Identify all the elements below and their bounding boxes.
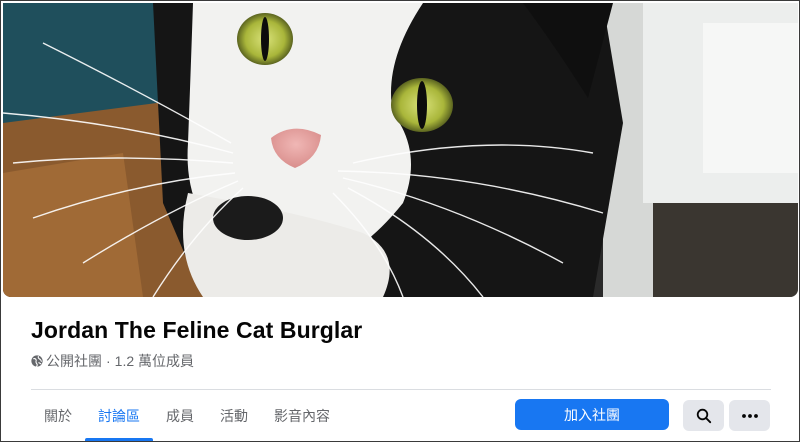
- group-meta: 公開社團 · 1.2 萬位成員: [31, 351, 194, 371]
- tab-events[interactable]: 活動: [207, 391, 261, 441]
- cover-photo[interactable]: [3, 3, 798, 297]
- privacy-label: 公開社團: [46, 353, 102, 369]
- search-icon: [696, 408, 711, 423]
- tab-discussion[interactable]: 討論區: [85, 391, 153, 441]
- tab-media[interactable]: 影音內容: [261, 391, 343, 441]
- cat-photo-image: [3, 3, 798, 297]
- tab-members[interactable]: 成員: [153, 391, 207, 441]
- group-page-header: Jordan The Feline Cat Burglar 公開社團 · 1.2…: [0, 0, 800, 442]
- more-options-button[interactable]: [729, 400, 770, 431]
- meta-separator: ·: [106, 353, 111, 369]
- globe-icon: [31, 355, 43, 367]
- more-icon: [741, 413, 758, 418]
- search-button[interactable]: [683, 400, 724, 431]
- member-count[interactable]: 1.2 萬位成員: [115, 351, 194, 371]
- group-tabs: 關於 討論區 成員 活動 影音內容: [31, 391, 343, 441]
- group-title: Jordan The Feline Cat Burglar: [31, 317, 363, 343]
- header-divider: [31, 389, 771, 390]
- join-group-button[interactable]: 加入社團: [515, 399, 669, 430]
- tab-about[interactable]: 關於: [31, 391, 85, 441]
